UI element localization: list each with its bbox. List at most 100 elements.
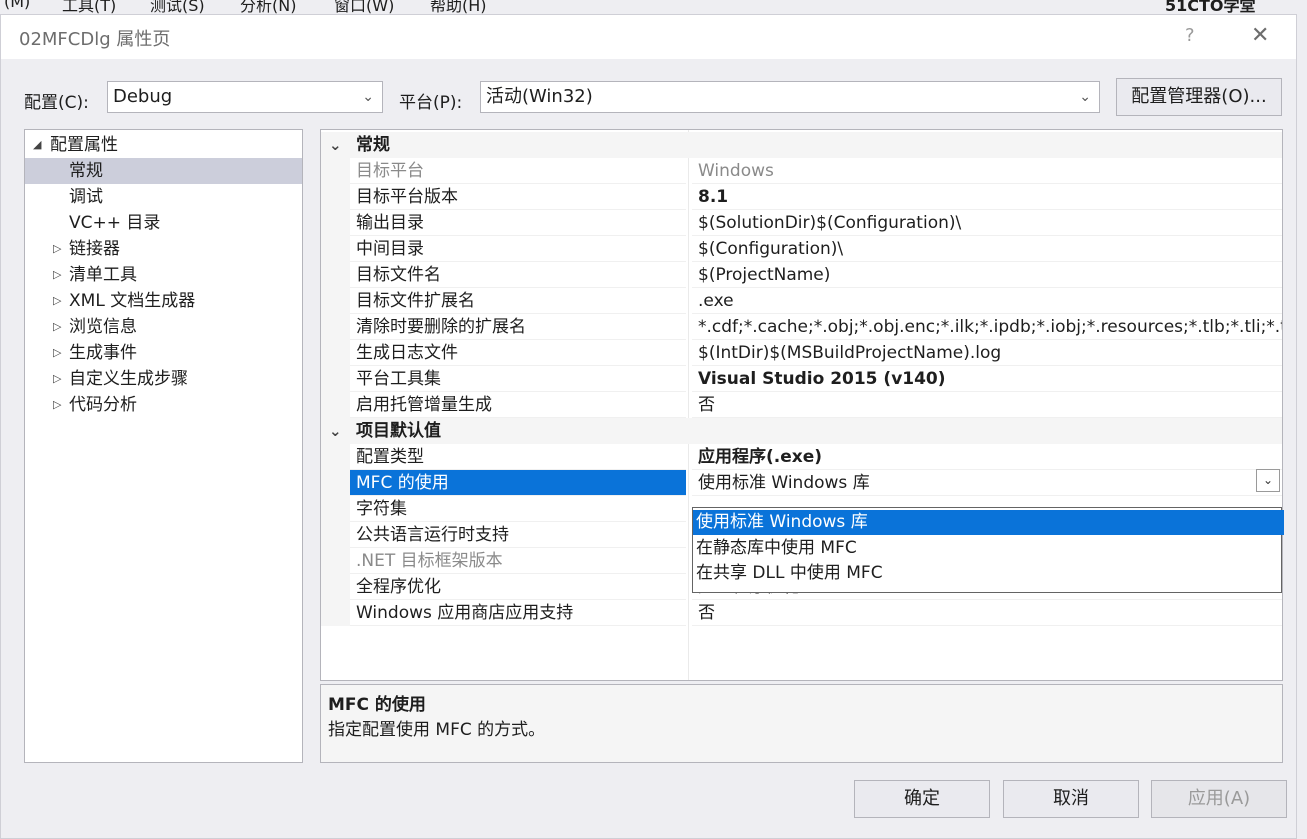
collapsed-triangle-icon[interactable]: ▷ xyxy=(53,392,61,418)
platform-label: 平台(P): xyxy=(399,93,463,113)
dropdown-option[interactable]: 在静态库中使用 MFC xyxy=(693,536,1284,561)
property-row[interactable]: Windows 应用商店应用支持 否 xyxy=(321,600,1282,626)
collapsed-triangle-icon[interactable]: ▷ xyxy=(53,314,61,340)
property-row[interactable]: 目标平台 Windows xyxy=(321,158,1282,184)
dialog-titlebar: 02MFCDlg 属性页 ? ✕ xyxy=(1,15,1296,59)
property-row[interactable]: 输出目录 $(SolutionDir)$(Configuration)\ xyxy=(321,210,1282,236)
chevron-down-icon[interactable]: ⌄ xyxy=(1256,469,1280,492)
property-row[interactable]: 中间目录 $(Configuration)\ xyxy=(321,236,1282,262)
tree-item-custom-build[interactable]: ▷ 自定义生成步骤 xyxy=(25,366,302,392)
ok-button[interactable]: 确定 xyxy=(854,780,990,818)
tree-item-label: 链接器 xyxy=(69,239,120,259)
config-label: 配置(C): xyxy=(24,93,89,113)
ide-menu-item[interactable]: 工具(T) xyxy=(62,0,116,14)
category-general[interactable]: ⌄ 常规 xyxy=(321,132,1282,158)
apply-button[interactable]: 应用(A) xyxy=(1151,780,1287,818)
dropdown-option[interactable]: 在共享 DLL 中使用 MFC xyxy=(693,561,1284,586)
tree-item-label: 浏览信息 xyxy=(69,317,137,337)
property-value: $(Configuration)\ xyxy=(692,236,1282,262)
property-value: 否 xyxy=(692,600,1282,626)
config-combo-value: Debug xyxy=(113,86,173,107)
property-row[interactable]: 生成日志文件 $(IntDir)$(MSBuildProjectName).lo… xyxy=(321,340,1282,366)
property-row[interactable]: 配置类型 应用程序(.exe) xyxy=(321,444,1282,470)
cancel-button[interactable]: 取消 xyxy=(1003,780,1139,818)
property-row[interactable]: 目标平台版本 8.1 xyxy=(321,184,1282,210)
close-button[interactable]: ✕ xyxy=(1251,23,1269,48)
watermark-logo: 51CTO学堂 xyxy=(1165,0,1256,14)
tree-item-label: 自定义生成步骤 xyxy=(69,369,188,389)
ide-menu-item[interactable]: (M) xyxy=(4,0,30,11)
tree-item-debugging[interactable]: 调试 xyxy=(25,184,302,210)
description-pane: MFC 的使用 指定配置使用 MFC 的方式。 xyxy=(320,684,1283,763)
tree-item-build-events[interactable]: ▷ 生成事件 xyxy=(25,340,302,366)
property-row[interactable]: 目标文件扩展名 .exe xyxy=(321,288,1282,314)
property-value: $(IntDir)$(MSBuildProjectName).log xyxy=(692,340,1282,366)
collapsed-triangle-icon[interactable]: ▷ xyxy=(53,340,61,366)
platform-combo[interactable]: 活动(Win32) ⌄ xyxy=(480,81,1100,113)
property-name: 字符集 xyxy=(350,496,686,522)
property-name: 公共语言运行时支持 xyxy=(350,522,686,548)
property-value: 8.1 xyxy=(692,184,1282,210)
property-name: 启用托管增量生成 xyxy=(350,392,686,418)
property-name: 平台工具集 xyxy=(350,366,686,392)
property-name: 目标平台版本 xyxy=(350,184,686,210)
property-name: .NET 目标框架版本 xyxy=(350,548,686,574)
chevron-down-icon: ⌄ xyxy=(1079,89,1091,105)
category-label: 常规 xyxy=(356,135,390,155)
property-value: 应用程序(.exe) xyxy=(692,444,1282,470)
property-value-editor[interactable]: 使用标准 Windows 库 xyxy=(692,470,1282,496)
tree-item-vc-directories[interactable]: VC++ 目录 xyxy=(25,210,302,236)
property-value: *.cdf;*.cache;*.obj;*.obj.enc;*.ilk;*.ip… xyxy=(692,314,1282,340)
ide-menu-item[interactable]: 窗口(W) xyxy=(334,0,394,14)
property-pages-dialog: 02MFCDlg 属性页 ? ✕ 配置(C): Debug ⌄ 平台(P): 活… xyxy=(0,14,1297,839)
tree-item-linker[interactable]: ▷ 链接器 xyxy=(25,236,302,262)
tree-item-label: 清单工具 xyxy=(69,265,137,285)
help-button[interactable]: ? xyxy=(1185,25,1195,46)
mfc-usage-dropdown-list: 使用标准 Windows 库 在静态库中使用 MFC 在共享 DLL 中使用 M… xyxy=(692,507,1284,593)
tree-item-manifest-tool[interactable]: ▷ 清单工具 xyxy=(25,262,302,288)
collapsed-triangle-icon[interactable]: ▷ xyxy=(53,236,61,262)
property-value: Visual Studio 2015 (v140) xyxy=(692,366,1282,392)
category-project-defaults[interactable]: ⌄ 项目默认值 xyxy=(321,418,1282,444)
property-row-mfc-usage[interactable]: MFC 的使用 使用标准 Windows 库 xyxy=(321,470,1282,496)
chevron-down-icon[interactable]: ⌄ xyxy=(329,132,342,158)
collapsed-triangle-icon[interactable]: ▷ xyxy=(53,262,61,288)
tree-item-general[interactable]: 常规 xyxy=(25,158,302,184)
collapsed-triangle-icon[interactable]: ▷ xyxy=(53,288,61,314)
tree-item-code-analysis[interactable]: ▷ 代码分析 xyxy=(25,392,302,418)
description-title: MFC 的使用 xyxy=(328,695,426,715)
ide-menu-item[interactable]: 帮助(H) xyxy=(430,0,487,14)
collapsed-triangle-icon[interactable]: ▷ xyxy=(53,366,61,392)
property-name: 生成日志文件 xyxy=(350,340,686,366)
dropdown-option[interactable]: 使用标准 Windows 库 xyxy=(693,510,1284,535)
property-row[interactable]: 平台工具集 Visual Studio 2015 (v140) xyxy=(321,366,1282,392)
config-combo[interactable]: Debug ⌄ xyxy=(107,81,383,113)
ide-menu-item[interactable]: 分析(N) xyxy=(240,0,296,14)
ide-right-edge xyxy=(1297,14,1307,839)
expanded-triangle-icon[interactable]: ◢ xyxy=(33,132,41,158)
config-manager-button[interactable]: 配置管理器(O)... xyxy=(1116,78,1282,116)
tree-item-xml-doc[interactable]: ▷ XML 文档生成器 xyxy=(25,288,302,314)
property-grid: ⌄ 常规 目标平台 Windows 目标平台版本 8.1 输出目录 $(Solu… xyxy=(320,129,1283,681)
dialog-title: 02MFCDlg 属性页 xyxy=(19,29,171,50)
property-name: 中间目录 xyxy=(350,236,686,262)
property-row[interactable]: 目标文件名 $(ProjectName) xyxy=(321,262,1282,288)
property-name: 目标文件名 xyxy=(350,262,686,288)
property-value: .exe xyxy=(692,288,1282,314)
tree-item-label: 代码分析 xyxy=(69,395,137,415)
description-text: 指定配置使用 MFC 的方式。 xyxy=(328,720,546,740)
tree-item-root[interactable]: ◢ 配置属性 xyxy=(25,132,302,158)
property-name: 输出目录 xyxy=(350,210,686,236)
property-value: $(SolutionDir)$(Configuration)\ xyxy=(692,210,1282,236)
property-value: 否 xyxy=(692,392,1282,418)
property-row[interactable]: 清除时要删除的扩展名 *.cdf;*.cache;*.obj;*.obj.enc… xyxy=(321,314,1282,340)
tree-item-browse-info[interactable]: ▷ 浏览信息 xyxy=(25,314,302,340)
ide-menu-item[interactable]: 测试(S) xyxy=(150,0,205,14)
property-name: 目标平台 xyxy=(350,158,686,184)
property-row[interactable]: 启用托管增量生成 否 xyxy=(321,392,1282,418)
property-value: $(ProjectName) xyxy=(692,262,1282,288)
property-name: 目标文件扩展名 xyxy=(350,288,686,314)
chevron-down-icon[interactable]: ⌄ xyxy=(329,418,342,444)
property-name: Windows 应用商店应用支持 xyxy=(350,600,686,626)
tree-item-label: 生成事件 xyxy=(69,343,137,363)
